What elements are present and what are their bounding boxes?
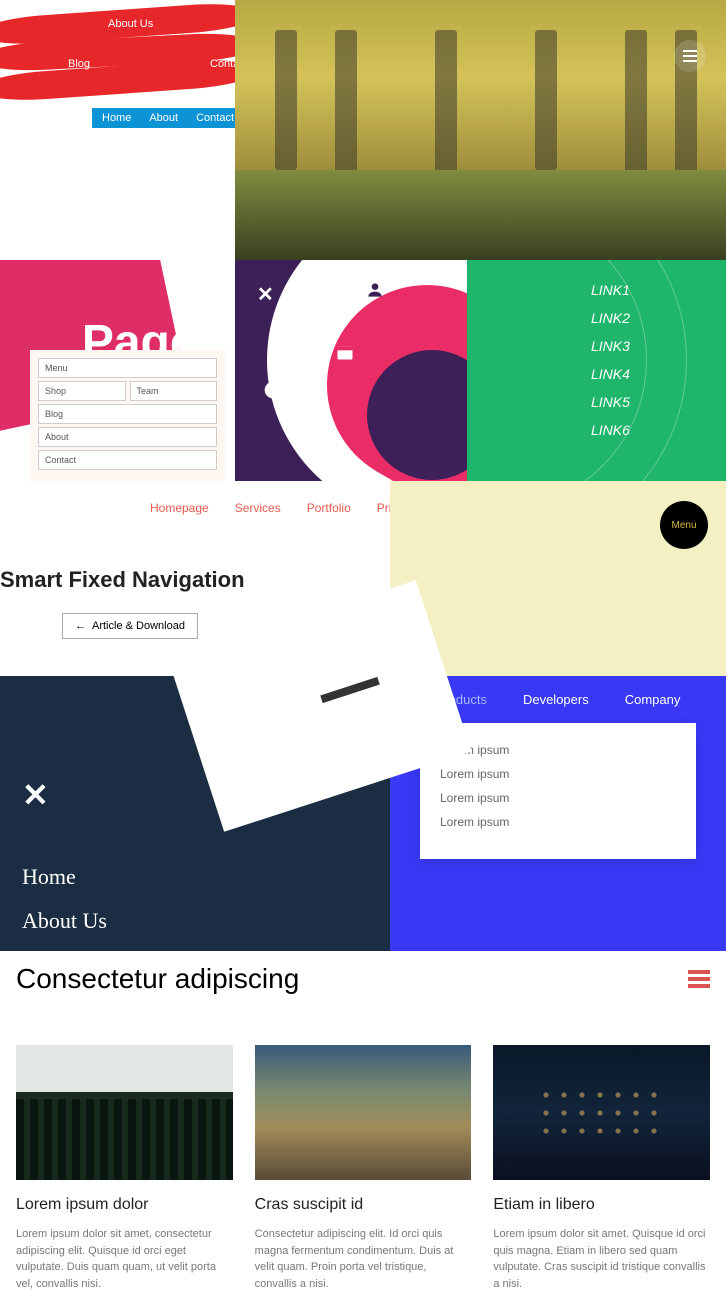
topnav-about[interactable]: About <box>149 112 178 124</box>
menu-button[interactable]: Menu <box>660 501 708 549</box>
dropdown-item[interactable]: Lorem ipsum <box>440 791 676 805</box>
hamburger-icon[interactable] <box>688 970 710 988</box>
card-image-road <box>255 1045 472 1180</box>
shop-select[interactable]: Shop <box>38 381 126 401</box>
card-2: Cras suscipit id Consectetur adipiscing … <box>255 1045 472 1292</box>
hamburger-icon[interactable] <box>674 40 706 72</box>
user-icon[interactable] <box>365 280 385 300</box>
card-body: Lorem ipsum dolor sit amet. Quisque id o… <box>493 1226 710 1292</box>
card-1: Lorem ipsum dolor Lorem ipsum dolor sit … <box>16 1045 233 1292</box>
tab-developers[interactable]: Developers <box>523 692 589 707</box>
card-title: Cras suscipit id <box>255 1196 472 1214</box>
chalk-about-link[interactable]: About Us <box>22 908 390 934</box>
blog-select[interactable]: Blog <box>38 404 217 424</box>
calendar-icon[interactable] <box>335 342 355 362</box>
team-select[interactable]: Team <box>130 381 218 401</box>
card-title: Lorem ipsum dolor <box>16 1196 233 1214</box>
arc-link-5[interactable]: LINK5 <box>579 394 650 410</box>
arc-link-4[interactable]: LINK4 <box>591 366 650 382</box>
article-section: Consectetur adipiscing Lorem ipsum dolor… <box>0 951 726 1312</box>
card-image-forest <box>16 1045 233 1180</box>
card-3: Etiam in libero Lorem ipsum dolor sit am… <box>493 1045 710 1292</box>
dropdown-item[interactable]: Lorem ipsum <box>440 767 676 781</box>
topnav-home[interactable]: Home <box>102 112 131 124</box>
menu-select[interactable]: Menu <box>38 358 217 378</box>
about-select[interactable]: About <box>38 427 217 447</box>
menu-circle-panel: Menu <box>390 481 726 676</box>
card-body: Consectetur adipiscing elit. Id orci qui… <box>255 1226 472 1292</box>
arrow-left-icon: ← <box>75 620 86 632</box>
arc-link-6[interactable]: LINK6 <box>557 422 650 438</box>
card-body: Lorem ipsum dolor sit amet, consectetur … <box>16 1226 233 1292</box>
page-form-panel: Page Menu Shop Team Blog About Contact <box>0 260 235 481</box>
nav-portfolio[interactable]: Portfolio <box>307 501 351 515</box>
arc-link-3[interactable]: LINK3 <box>589 338 650 354</box>
nature-hero-panel <box>235 0 726 260</box>
close-icon[interactable]: ✕ <box>257 282 274 307</box>
card-image-city <box>493 1045 710 1180</box>
nav-services[interactable]: Services <box>235 501 281 515</box>
article-title: Consectetur adipiscing <box>16 963 299 995</box>
topnav-contact[interactable]: Contact <box>196 112 234 124</box>
ribbon-blog-link[interactable]: Blog <box>68 58 90 70</box>
card-title: Etiam in libero <box>493 1196 710 1214</box>
article-download-button[interactable]: ← Article & Download <box>62 613 198 639</box>
arc-link-2[interactable]: LINK2 <box>579 310 650 326</box>
nav-homepage[interactable]: Homepage <box>150 501 209 515</box>
dropdown-item[interactable]: Lorem ipsum <box>440 743 676 757</box>
palette-icon[interactable] <box>263 380 283 400</box>
dropdown-item[interactable]: Lorem ipsum <box>440 815 676 829</box>
tab-company[interactable]: Company <box>625 692 681 707</box>
ribbon-about-link[interactable]: About Us <box>108 18 153 30</box>
chalk-home-link[interactable]: Home <box>22 864 390 890</box>
arc-link-1[interactable]: LINK1 <box>557 282 650 298</box>
dropdown-form: Menu Shop Team Blog About Contact <box>30 350 225 481</box>
ribbon-contact-link[interactable]: Contact <box>210 58 235 70</box>
chalk-menu-panel: ✕ Home About Us <box>0 676 390 951</box>
smart-nav-title: Smart Fixed Navigation <box>0 567 390 593</box>
arc-links-panel: LINK1 LINK2 LINK3 LINK4 LINK5 LINK6 <box>467 260 726 481</box>
contact-select[interactable]: Contact <box>38 450 217 470</box>
radial-menu-panel: ✕ <box>235 260 467 481</box>
ribbon-nav-panel: About Us Blog Contact Home About Contact <box>0 0 235 260</box>
